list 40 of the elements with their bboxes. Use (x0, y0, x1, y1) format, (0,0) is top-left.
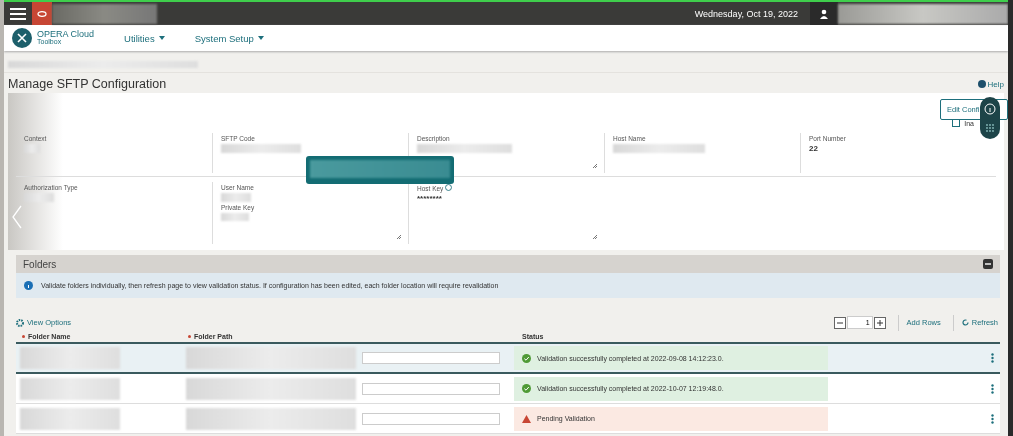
nav-menu[interactable]: System Setup (194, 32, 264, 44)
date-text: Wednesday, Oct 19, 2022 (694, 8, 799, 19)
collapse-button[interactable] (983, 259, 993, 269)
nav-menu[interactable]: Utilities (124, 32, 165, 44)
field-value: ******** (417, 194, 443, 203)
minus-icon (985, 261, 991, 267)
minus-icon (836, 319, 843, 326)
redacted-value (24, 144, 40, 153)
plus-icon (876, 319, 883, 326)
resize-handle-icon[interactable] (396, 234, 402, 240)
resize-handle-icon[interactable] (592, 163, 598, 169)
user-icon[interactable] (810, 2, 838, 25)
field-value: 22 (809, 144, 819, 153)
page-title: Manage SFTP Configuration (8, 77, 167, 91)
logo-icon[interactable] (32, 2, 52, 25)
decrement-button[interactable] (833, 316, 846, 329)
path-field[interactable] (362, 352, 500, 364)
check-circle-icon (522, 384, 531, 393)
redacted-value (24, 193, 54, 202)
redacted-value (221, 193, 251, 202)
check-circle-icon (522, 353, 531, 363)
more-icon[interactable] (991, 353, 994, 363)
more-icon[interactable] (991, 413, 994, 424)
section-title: Folders (23, 258, 57, 270)
caret-icon (158, 36, 165, 40)
caret-icon (257, 36, 264, 40)
more-icon[interactable] (991, 383, 994, 394)
help-link[interactable]: Help (977, 79, 1004, 89)
info-icon (24, 281, 33, 290)
resize-handle-icon[interactable] (592, 234, 598, 240)
info-icon[interactable] (984, 103, 996, 115)
floating-widget[interactable] (980, 97, 1000, 139)
path-field[interactable] (362, 382, 500, 395)
warning-icon (522, 414, 531, 423)
path-field[interactable] (362, 412, 500, 425)
grid-icon[interactable] (985, 123, 995, 133)
redacted-value (221, 213, 249, 221)
increment-button[interactable] (873, 316, 886, 329)
gear-icon (16, 318, 24, 327)
refresh-icon (961, 319, 969, 326)
